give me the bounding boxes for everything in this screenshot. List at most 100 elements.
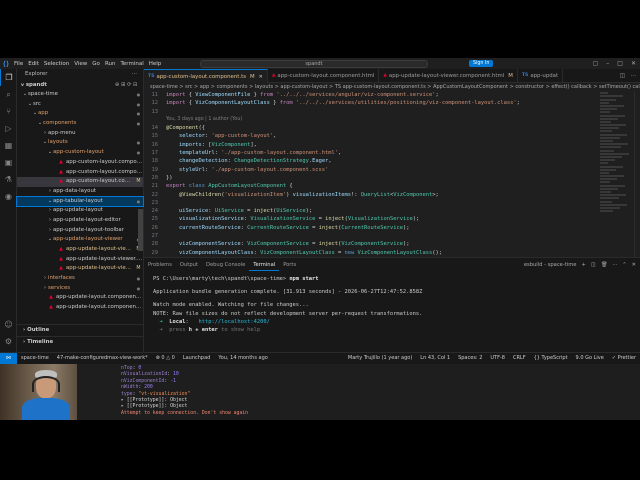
command-center-search[interactable]: spandt (200, 59, 428, 68)
status-item[interactable]: {} TypeScript (530, 353, 572, 364)
tree-item[interactable]: ▲app-update-layout-viewer...M (17, 245, 143, 255)
changes-dot-icon: ● (136, 150, 141, 156)
status-item[interactable]: ✓ Prettier (608, 353, 640, 364)
minimap-line (600, 104, 624, 107)
minimap[interactable] (600, 91, 632, 257)
panel-tab-problems[interactable]: Problems (144, 258, 176, 271)
status-item[interactable]: Ln 43, Col 1 (416, 353, 454, 364)
menu-item-run[interactable]: Run (105, 61, 116, 67)
breadcrumb[interactable]: space-time > src > app > components > la… (144, 83, 640, 91)
minimap-line (600, 168, 616, 171)
panel-tab-debug-console[interactable]: Debug Console (202, 258, 249, 271)
sidebar-scrollbar[interactable] (138, 209, 143, 251)
status-item[interactable]: UTF-8 (486, 353, 509, 364)
tree-item-label: app-tabular-layout (53, 197, 103, 204)
tree-item[interactable]: › services ● (17, 284, 143, 294)
search-icon[interactable]: ⌕ (0, 86, 17, 103)
status-item[interactable]: 9.0 Go Live (572, 353, 608, 364)
add-terminal-icon[interactable]: + (581, 258, 585, 271)
maximize-icon[interactable]: □ (617, 58, 623, 69)
editor-tab[interactable]: TS app-updat (518, 69, 564, 83)
tree-item[interactable]: ⌄ components ● (17, 119, 143, 129)
account-icon[interactable]: ☺ (0, 316, 17, 333)
minimap-line (600, 203, 627, 206)
close-panel-icon[interactable]: ✕ (632, 258, 636, 271)
explorer-icon[interactable]: ❐ (0, 69, 17, 86)
menu-item-help[interactable]: Help (149, 61, 162, 67)
status-item[interactable]: You, 14 months ago (214, 353, 271, 364)
extensions-icon[interactable]: ▦ (0, 137, 17, 154)
outline-section[interactable]: › Outline (17, 324, 144, 335)
more-actions-icon[interactable]: ··· (631, 69, 636, 82)
tree-item[interactable]: ▲app-custom-layout.compon...M (17, 177, 143, 187)
menu-item-terminal[interactable]: Terminal (120, 61, 143, 67)
copilot-icon[interactable]: ◉ (0, 188, 17, 205)
source-control-icon[interactable]: ⑂ (0, 103, 17, 120)
tree-item[interactable]: › interfaces ● (17, 274, 143, 284)
tree-item-label: app-update-layout.component... (56, 294, 143, 301)
tree-item[interactable]: ⌄ src ● (17, 100, 143, 110)
panel-tab-output[interactable]: Output (176, 258, 202, 271)
panel-tab-ports[interactable]: Ports (279, 258, 300, 271)
more-actions-icon[interactable]: ··· (132, 69, 137, 80)
more-actions-icon[interactable]: ··· (612, 258, 617, 271)
tree-item[interactable]: › app-update-layout (17, 206, 143, 216)
minimize-icon[interactable]: – (606, 58, 609, 69)
code-editor[interactable]: 11 import { ViewComponentFile } from '../… (144, 91, 640, 257)
editor-tab[interactable]: ▲ app-custom-layout.component.html (268, 69, 380, 83)
tree-item[interactable]: › app-data-layout (17, 187, 143, 197)
remote-indicator-icon[interactable]: ⋈ (0, 353, 17, 364)
status-item[interactable]: CRLF (509, 353, 530, 364)
status-item[interactable]: Marty Trujillo (1 year ago) (344, 353, 416, 364)
editor-scrollbar[interactable] (634, 91, 640, 257)
menu-item-go[interactable]: Go (92, 61, 100, 67)
minimap-line (600, 191, 611, 193)
menu-item-file[interactable]: File (14, 61, 23, 67)
run-debug-icon[interactable]: ▷ (0, 120, 17, 137)
maximize-panel-icon[interactable]: ⌃ (622, 258, 626, 271)
testing-icon[interactable]: ⚗ (0, 171, 17, 188)
timeline-section[interactable]: › Timeline (17, 336, 144, 347)
trash-icon[interactable]: 🗑 (601, 258, 608, 271)
editor-tab[interactable]: TS app-custom-layout.component.ts M ✕ (144, 69, 268, 83)
status-item[interactable]: Spaces: 2 (454, 353, 486, 364)
status-item[interactable]: space-time (17, 353, 53, 364)
tree-item[interactable]: ▲ app-update-layout-viewer.co... (17, 255, 143, 265)
layout-icon[interactable]: ▢ (593, 58, 599, 69)
remote-explorer-icon[interactable]: ▣ (0, 154, 17, 171)
tree-item[interactable]: › app-update-layout-toolbar (17, 226, 143, 236)
sign-in-button[interactable]: Sign In (469, 60, 494, 67)
tree-item[interactable]: › app-menu (17, 129, 143, 139)
tree-item[interactable]: ▲app-custom-layout.component... (17, 168, 143, 178)
tree-item-label: app-update-layout-viewer... (66, 265, 134, 272)
status-item[interactable]: ⊗ 0 △ 0 (152, 353, 179, 364)
tree-item[interactable]: ▲ app-update-layout.component... (17, 293, 143, 303)
tree-item[interactable]: ⌄app-update-layout-viewer● (17, 235, 143, 245)
tree-item[interactable]: ⌄ app ● (17, 109, 143, 119)
close-tab-icon[interactable]: ✕ (259, 70, 263, 84)
split-terminal-icon[interactable]: ◫ (591, 258, 596, 271)
tree-item[interactable]: ▲app-custom-layout.component... (17, 158, 143, 168)
menu-item-edit[interactable]: Edit (28, 61, 39, 67)
split-editor-icon[interactable]: ◫ (620, 69, 625, 82)
terminal-name[interactable]: esbuild - space-time (524, 258, 577, 271)
tree-item[interactable]: ⌄ app-custom-layout ● (17, 148, 143, 158)
explorer-actions[interactable]: ⊕⊞⟳⊟ (115, 80, 139, 90)
tree-item[interactable]: ▲app-update-layout-viewer...M (17, 264, 143, 274)
menu-item-selection[interactable]: Selection (44, 61, 69, 67)
status-item[interactable]: 47-make-configuredmax-view-work* (53, 353, 152, 364)
panel-tab-terminal[interactable]: Terminal (249, 258, 280, 271)
terminal-output[interactable]: PS C:\Users\marty\tech\spandt\space-time… (144, 271, 640, 352)
tree-item[interactable]: ▲ app-update-layout.component... (17, 303, 143, 313)
tree-item[interactable]: ⌄ app-tabular-layout ● (16, 195, 144, 208)
tree-item[interactable]: ⌄ layouts ● (17, 138, 143, 148)
code-text: @ViewChildren('visualizationItem') visua… (178, 191, 439, 198)
gear-icon[interactable]: ⚙ (0, 333, 17, 350)
tree-item[interactable]: ⌄ space-time ● (17, 90, 143, 100)
tree-item[interactable]: › app-update-layout-editor (17, 216, 143, 226)
project-header[interactable]: v spandt ⊕⊞⟳⊟ (17, 80, 143, 90)
status-item[interactable]: Launchpad (179, 353, 215, 364)
close-icon[interactable]: ✕ (631, 58, 636, 69)
menu-item-view[interactable]: View (74, 61, 87, 67)
editor-tab[interactable]: ▲ app-update-layout-viewer.component.html… (379, 69, 518, 83)
